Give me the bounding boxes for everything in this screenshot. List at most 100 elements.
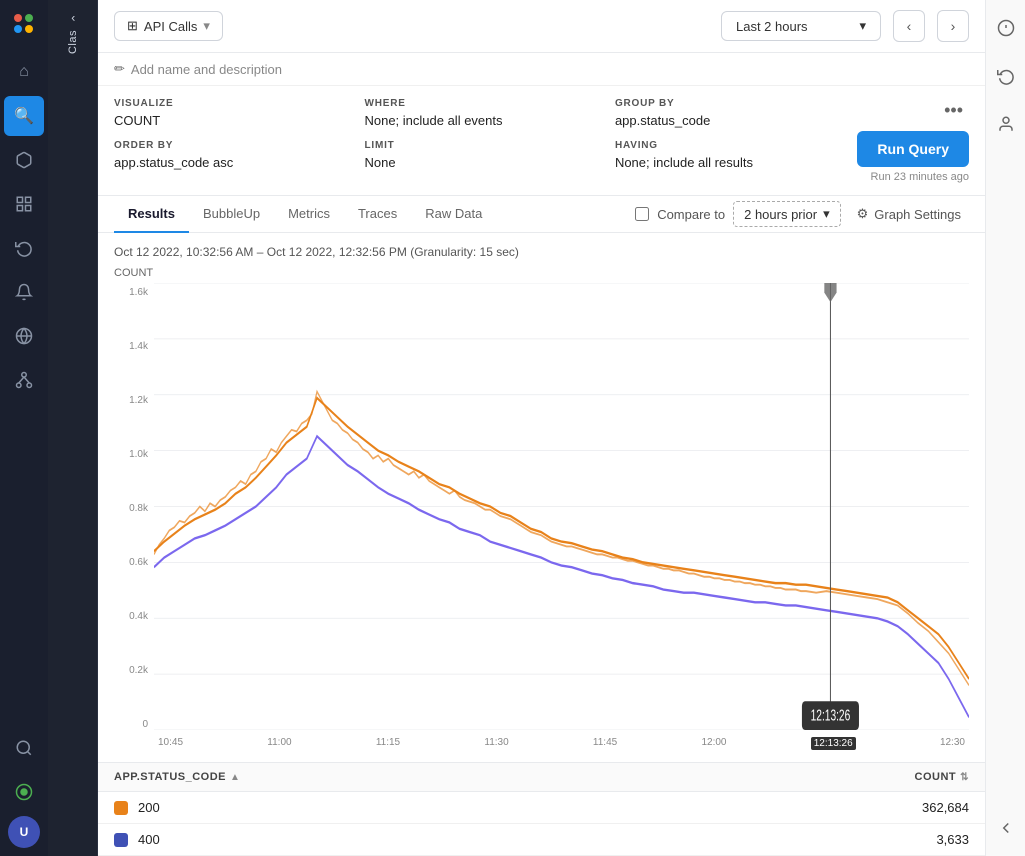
x-tick: 11:30 bbox=[484, 737, 508, 750]
groupby-label: GROUP BY bbox=[615, 98, 841, 109]
chart-time-range: Oct 12 2022, 10:32:56 AM – Oct 12 2022, … bbox=[114, 245, 969, 259]
tab-metrics[interactable]: Metrics bbox=[274, 196, 344, 233]
tab-traces[interactable]: Traces bbox=[344, 196, 411, 233]
tab-bubbleup[interactable]: BubbleUp bbox=[189, 196, 274, 233]
results-table: app.status_code ▲ COUNT ⇅ 200 362,684 40… bbox=[98, 762, 985, 856]
orderby-field: ORDER BY app.status_code asc bbox=[114, 140, 340, 170]
th-status-label: app.status_code bbox=[114, 771, 226, 783]
nav-status[interactable] bbox=[4, 772, 44, 812]
graph-settings-button[interactable]: ⚙ Graph Settings bbox=[849, 202, 969, 226]
main-content: ⊞ API Calls ▾ Last 2 hours ▾ ‹ › ✏ Add n… bbox=[98, 0, 985, 856]
tabs-row: Results BubbleUp Metrics Traces Raw Data… bbox=[98, 196, 985, 233]
x-tick: 11:00 bbox=[267, 737, 291, 750]
groupby-value[interactable]: app.status_code bbox=[615, 113, 841, 128]
app-logo[interactable] bbox=[8, 8, 40, 40]
compare-label: Compare to bbox=[657, 207, 725, 222]
user-avatar[interactable]: U bbox=[8, 816, 40, 848]
next-time-button[interactable]: › bbox=[937, 10, 969, 42]
prev-time-button[interactable]: ‹ bbox=[893, 10, 925, 42]
table-row[interactable]: 200 362,684 bbox=[98, 792, 985, 824]
description-row[interactable]: ✏ Add name and description bbox=[98, 53, 985, 86]
description-placeholder: Add name and description bbox=[131, 62, 282, 77]
row-color-dot bbox=[114, 801, 128, 815]
groupby-field: GROUP BY app.status_code bbox=[615, 98, 841, 128]
row-count: 362,684 bbox=[769, 800, 969, 815]
nav-history[interactable] bbox=[4, 228, 44, 268]
where-value[interactable]: None; include all events bbox=[364, 113, 590, 128]
query-builder: VISUALIZE COUNT WHERE None; include all … bbox=[98, 86, 985, 196]
y-axis: 1.6k 1.4k 1.2k 1.0k 0.8k 0.6k 0.4k 0.2k … bbox=[114, 283, 154, 750]
nav-globe[interactable] bbox=[4, 316, 44, 356]
x-tick: 11:45 bbox=[593, 737, 617, 750]
run-time-label: Run 23 minutes ago bbox=[871, 171, 969, 183]
compare-dropdown[interactable]: 2 hours prior ▾ bbox=[733, 201, 841, 227]
x-tick: 11:15 bbox=[376, 737, 400, 750]
having-value[interactable]: None; include all results bbox=[615, 155, 841, 170]
x-tick: 12:00 bbox=[701, 737, 726, 750]
tab-results[interactable]: Results bbox=[114, 196, 189, 233]
nav-search-bottom[interactable] bbox=[4, 728, 44, 768]
clas-sidebar: Clas › bbox=[48, 0, 98, 856]
time-range-label: Last 2 hours bbox=[736, 19, 808, 34]
api-calls-button[interactable]: ⊞ API Calls ▾ bbox=[114, 11, 223, 41]
chart-svg[interactable]: 12:13:26 10:45 11:00 11:15 11:30 11:45 1… bbox=[154, 283, 969, 750]
th-count[interactable]: COUNT ⇅ bbox=[769, 771, 969, 783]
compare-checkbox[interactable] bbox=[635, 207, 649, 221]
user-icon[interactable] bbox=[990, 108, 1022, 140]
row-status: 200 bbox=[138, 800, 769, 815]
row-color-dot bbox=[114, 833, 128, 847]
icon-rail: ⌂ 🔍 U bbox=[0, 0, 48, 856]
table-row[interactable]: 400 3,633 bbox=[98, 824, 985, 856]
nav-grid[interactable] bbox=[4, 184, 44, 224]
sort-asc-icon: ▲ bbox=[230, 772, 240, 783]
th-status[interactable]: app.status_code ▲ bbox=[114, 771, 769, 783]
visualize-field: VISUALIZE COUNT bbox=[114, 98, 340, 128]
more-options-button[interactable]: ••• bbox=[938, 98, 969, 123]
y-tick: 0.2k bbox=[114, 665, 154, 676]
compare-group: Compare to 2 hours prior ▾ ⚙ Graph Setti… bbox=[635, 201, 969, 227]
api-calls-icon: ⊞ bbox=[127, 18, 138, 34]
right-sidebar bbox=[985, 0, 1025, 856]
top-bar: ⊞ API Calls ▾ Last 2 hours ▾ ‹ › bbox=[98, 0, 985, 53]
chart-container: COUNT 1.6k 1.4k 1.2k 1.0k 0.8k 0.6k 0.4k… bbox=[114, 267, 969, 750]
nav-package[interactable] bbox=[4, 140, 44, 180]
nav-search[interactable]: 🔍 bbox=[4, 96, 44, 136]
nav-home[interactable]: ⌂ bbox=[4, 52, 44, 92]
visualize-value[interactable]: COUNT bbox=[114, 113, 340, 128]
edit-icon: ✏ bbox=[114, 61, 125, 77]
nav-nodes[interactable] bbox=[4, 360, 44, 400]
info-icon[interactable] bbox=[990, 12, 1022, 44]
clas-chevron-icon: › bbox=[70, 12, 75, 26]
y-tick: 1.6k bbox=[114, 287, 154, 298]
query-fields: VISUALIZE COUNT WHERE None; include all … bbox=[114, 98, 841, 170]
orderby-value[interactable]: app.status_code asc bbox=[114, 155, 340, 170]
row-count: 3,633 bbox=[769, 832, 969, 847]
nav-bell[interactable] bbox=[4, 272, 44, 312]
api-calls-chevron-icon: ▾ bbox=[203, 18, 210, 34]
run-query-button[interactable]: Run Query bbox=[857, 131, 969, 167]
api-calls-label: API Calls bbox=[144, 19, 197, 34]
compare-chevron-icon: ▾ bbox=[823, 206, 830, 222]
x-tick: 10:45 bbox=[158, 737, 183, 750]
y-tick: 1.0k bbox=[114, 449, 154, 460]
limit-value[interactable]: None bbox=[364, 155, 590, 170]
y-tick: 1.2k bbox=[114, 395, 154, 406]
where-field: WHERE None; include all events bbox=[364, 98, 590, 128]
collapse-icon[interactable] bbox=[990, 812, 1022, 844]
chart-inner: 1.6k 1.4k 1.2k 1.0k 0.8k 0.6k 0.4k 0.2k … bbox=[114, 283, 969, 750]
row-status: 400 bbox=[138, 832, 769, 847]
gear-icon: ⚙ bbox=[857, 206, 869, 222]
y-tick: 0.8k bbox=[114, 503, 154, 514]
time-range-chevron-icon: ▾ bbox=[859, 18, 866, 34]
history-icon[interactable] bbox=[990, 60, 1022, 92]
graph-settings-label: Graph Settings bbox=[874, 207, 961, 222]
limit-field: LIMIT None bbox=[364, 140, 590, 170]
having-label: HAVING bbox=[615, 140, 841, 151]
tab-rawdata[interactable]: Raw Data bbox=[411, 196, 496, 233]
visualize-label: VISUALIZE bbox=[114, 98, 340, 109]
y-tick: 0.6k bbox=[114, 557, 154, 568]
clas-title: Clas bbox=[67, 30, 79, 54]
svg-text:12:13:26: 12:13:26 bbox=[811, 706, 851, 724]
time-range-button[interactable]: Last 2 hours ▾ bbox=[721, 11, 881, 41]
clas-label[interactable]: Clas › bbox=[67, 12, 79, 54]
